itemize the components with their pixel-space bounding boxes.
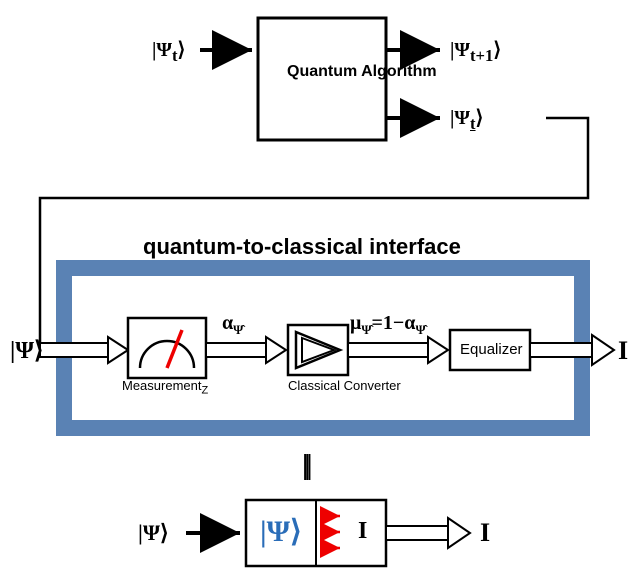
compact-output-arrow — [386, 518, 470, 548]
compact-ket-label: |Ψ⟩ — [260, 514, 302, 549]
iface-input-label: |Ψ⟩ — [10, 336, 43, 365]
mu-label: μΨ̂=1−αΨ̂ — [350, 312, 426, 338]
qa-out1-label: |Ψt+1⟩ — [450, 37, 501, 66]
converter-label: Classical Converter — [288, 378, 352, 393]
compact-output-label: I — [480, 518, 490, 548]
compact-inner-out-label: I — [358, 518, 367, 545]
iface-input-arrow — [40, 337, 128, 363]
iface-output-label: I — [618, 336, 628, 366]
measurement-box — [128, 318, 206, 378]
equiv-label: ||| — [302, 450, 309, 482]
qa-input-label: |Ψt⟩ — [152, 37, 185, 66]
qa-block-label: Quantum Algorithm — [287, 63, 359, 81]
interface-title: quantum-to-classical interface — [143, 234, 461, 260]
meas-to-conv-arrow — [206, 337, 286, 363]
qa-out2-label: |Ψt⟩ — [450, 105, 483, 134]
conv-to-eq-arrow — [348, 337, 448, 363]
diagram-svg — [0, 0, 640, 588]
compact-input-label: |Ψ⟩ — [138, 520, 169, 546]
alpha-label: αΨ̂ — [222, 312, 243, 338]
equalizer-label: Equalizer — [460, 341, 523, 358]
iface-output-arrow — [530, 335, 614, 365]
measurement-label: MeasurementZ — [122, 378, 208, 397]
